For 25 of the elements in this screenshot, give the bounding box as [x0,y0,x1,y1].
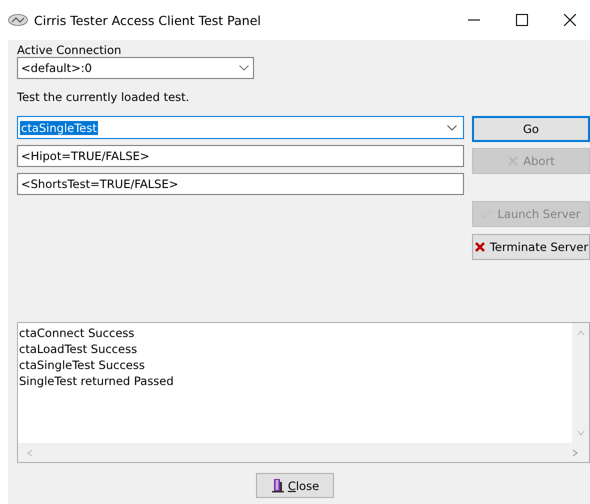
app-logo-icon [8,14,28,26]
connection-dropdown[interactable]: <default>:0 [17,57,254,79]
parameter-field[interactable]: <Hipot=TRUE/FALSE> [17,145,464,167]
go-button[interactable]: Go [472,116,590,142]
scroll-up-icon[interactable] [576,329,584,337]
description-text: Test the currently loaded test. [17,90,190,106]
chevron-down-icon [239,65,249,71]
field-label: Active Connection [17,42,122,57]
parameter-field[interactable]: <ShortsTest=TRUE/FALSE> [17,173,464,195]
chevron-down-icon [447,124,457,130]
test-dropdown[interactable]: ctaSingleTest [17,116,464,139]
log-line: ctaSingleTest Success [19,357,146,373]
door-icon [270,478,285,493]
close-button[interactable]: Close [256,473,334,498]
log-line: ctaConnect Success [19,325,136,341]
window-title: Cirris Tester Access Client Test Panel [34,12,262,28]
log-line: SingleTest returned Passed [19,373,175,389]
cross-icon [474,241,486,253]
scroll-right-icon[interactable] [571,448,579,456]
terminate-button[interactable]: Terminate Server [472,234,590,260]
scroll-down-icon[interactable] [576,429,584,437]
close-icon[interactable] [564,14,576,26]
maximize-icon[interactable] [516,14,528,26]
scroll-left-icon[interactable] [26,448,34,456]
log-line: ctaLoadTest Success [19,341,138,357]
